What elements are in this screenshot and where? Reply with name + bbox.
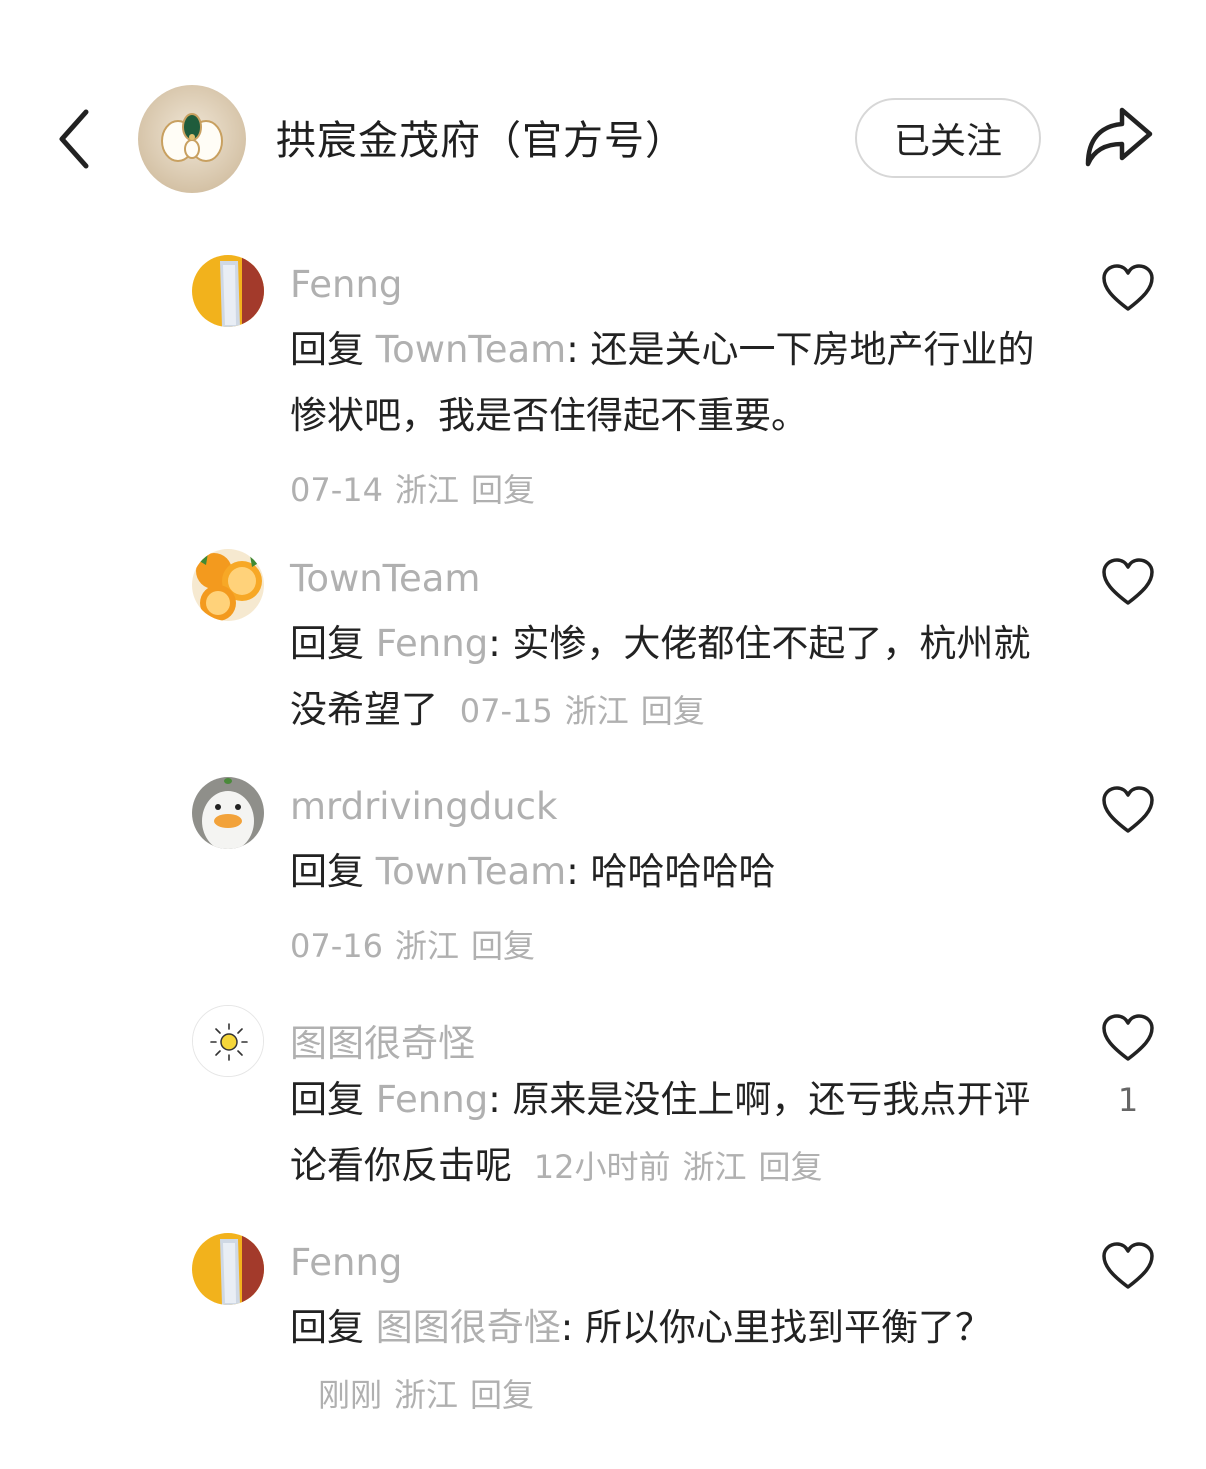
like-button[interactable] — [1100, 557, 1156, 607]
comment-location: 浙江 — [564, 692, 629, 730]
like-button[interactable] — [1100, 785, 1156, 835]
comment-username[interactable]: TownTeam — [290, 557, 480, 600]
avatar[interactable] — [192, 1233, 264, 1305]
comment-date: 07-15 — [459, 692, 553, 730]
like-button[interactable] — [1100, 1241, 1156, 1291]
account-avatar[interactable] — [138, 85, 246, 193]
reply-target-username[interactable]: Fenng — [376, 622, 488, 665]
orchid-logo-icon — [161, 113, 223, 162]
comment-date: 刚刚 — [318, 1376, 383, 1414]
like-button[interactable] — [1100, 1013, 1156, 1063]
user-avatar-image — [192, 777, 264, 849]
comment-username[interactable]: 图图很奇怪 — [290, 1013, 475, 1067]
heart-icon — [1102, 1242, 1154, 1289]
comment-location: 浙江 — [394, 927, 459, 965]
comment-date: 07-14 — [290, 471, 383, 509]
reply-button[interactable]: 回复 — [470, 1376, 534, 1414]
heart-icon — [1102, 264, 1154, 311]
comment-meta: 07-16 浙江 回复 — [290, 921, 535, 967]
comment-meta: 07-14 浙江 回复 — [290, 465, 535, 511]
comment-location: 浙江 — [682, 1148, 747, 1186]
comment-content: : 哈哈哈哈哈 — [566, 850, 776, 893]
sun-avatar-icon — [193, 1006, 263, 1076]
comment-username[interactable]: Fenng — [290, 1241, 402, 1284]
avatar[interactable] — [192, 777, 264, 849]
reply-word: 回复 — [290, 622, 364, 665]
avatar[interactable] — [192, 549, 264, 621]
comment-location: 浙江 — [394, 1376, 459, 1414]
comment-username[interactable]: mrdrivingduck — [290, 785, 557, 828]
reply-word: 回复 — [290, 1306, 364, 1349]
user-avatar-image — [192, 255, 264, 327]
share-button[interactable] — [1082, 104, 1154, 170]
reply-word: 回复 — [290, 1078, 364, 1121]
user-avatar-image — [192, 549, 264, 621]
reply-button[interactable]: 回复 — [471, 927, 535, 965]
comment-text: 回复 Fenng: 原来是没住上啊，还亏我点开评论看你反击呢 12小时前 浙江 回复 — [290, 1067, 1035, 1200]
comment-meta: 07-15 浙江 回复 — [460, 692, 705, 730]
comment-meta: 12小时前 浙江 回复 — [534, 1148, 823, 1186]
comment-meta: 刚刚 浙江 回复 — [318, 1376, 534, 1414]
reply-button[interactable]: 回复 — [759, 1148, 823, 1186]
reply-target-username[interactable]: 图图很奇怪 — [376, 1306, 561, 1349]
comment-location: 浙江 — [394, 471, 459, 509]
heart-icon — [1102, 786, 1154, 833]
top-bar: 拱宸金茂府（官方号） 已关注 — [0, 0, 1206, 220]
chevron-left-icon — [59, 109, 89, 169]
follow-button[interactable]: 已关注 — [855, 98, 1041, 178]
comment-text: 回复 TownTeam: 哈哈哈哈哈 — [290, 839, 1035, 905]
reply-word: 回复 — [290, 328, 364, 371]
like-button[interactable] — [1100, 263, 1156, 313]
avatar[interactable] — [192, 1005, 264, 1077]
comment-username[interactable]: Fenng — [290, 263, 402, 306]
comment-text: 回复 图图很奇怪: 所以你心里找到平衡了？ 刚刚 浙江 回复 — [290, 1295, 1000, 1428]
comment-date: 12小时前 — [533, 1148, 671, 1186]
reply-target-username[interactable]: Fenng — [376, 1078, 488, 1121]
reply-target-username[interactable]: TownTeam — [376, 850, 566, 893]
heart-icon — [1102, 558, 1154, 605]
comment-content: : 所以你心里找到平衡了？ — [560, 1306, 992, 1349]
back-button[interactable] — [52, 104, 96, 174]
account-name: 拱宸金茂府（官方号） — [276, 118, 686, 164]
reply-word: 回复 — [290, 850, 364, 893]
reply-button[interactable]: 回复 — [471, 471, 535, 509]
like-count: 1 — [1117, 1081, 1139, 1119]
comment-text: 回复 Fenng: 实惨，大佬都住不起了，杭州就没希望了 07-15 浙江 回复 — [290, 611, 1035, 744]
heart-icon — [1102, 1014, 1154, 1061]
user-avatar-image — [192, 1233, 264, 1305]
comment-date: 07-16 — [290, 927, 383, 965]
reply-button[interactable]: 回复 — [641, 692, 705, 730]
comment-text: 回复 TownTeam: 还是关心一下房地产行业的惨状吧，我是否住得起不重要。 — [290, 317, 1035, 449]
share-arrow-icon — [1085, 107, 1153, 167]
avatar[interactable] — [192, 255, 264, 327]
reply-target-username[interactable]: TownTeam — [376, 328, 566, 371]
